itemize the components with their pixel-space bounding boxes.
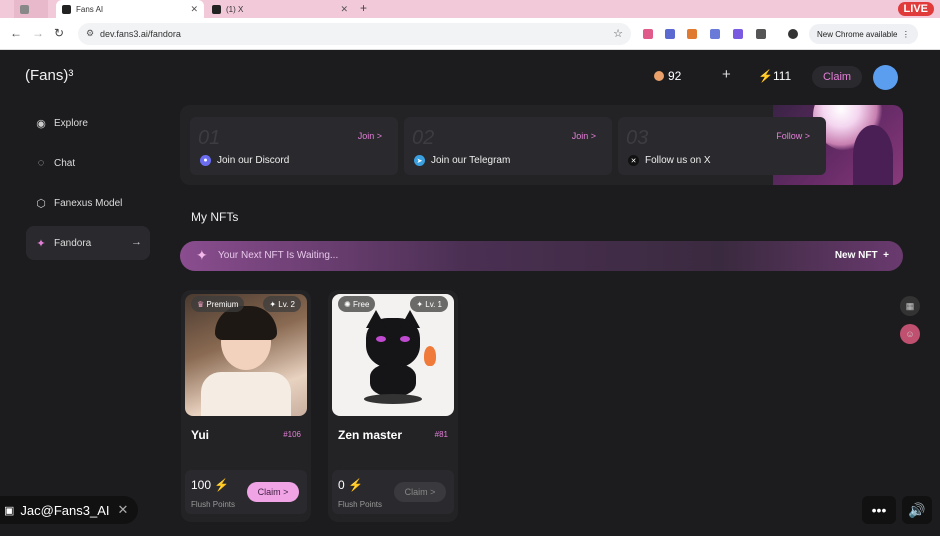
telegram-icon: ➤	[414, 155, 425, 166]
x-favicon	[212, 4, 221, 14]
bolt-icon: ⚡	[214, 478, 230, 492]
follow-x-link[interactable]: Follow >	[776, 131, 810, 141]
bookmark-star-icon[interactable]: ☆	[613, 27, 623, 40]
bolt-balance: ⚡111	[758, 69, 792, 83]
flame-icon	[424, 346, 436, 366]
cat-ear	[400, 310, 420, 328]
apps-grid-icon[interactable]: ▦	[900, 296, 920, 316]
join-discord-link[interactable]: Join >	[358, 131, 382, 141]
close-icon[interactable]: ✕	[190, 4, 198, 15]
browser-tab-strip: Fans AI ✕ (1) X ✕ + LIVE	[0, 0, 940, 18]
address-bar: ← → ↻ ⚙ dev.fans3.ai/fandora ☆ New Chrom…	[0, 18, 940, 50]
sidebar-item-fandora[interactable]: ✦ Fandora →	[26, 226, 150, 260]
join-telegram-link[interactable]: Join >	[572, 131, 596, 141]
window-icon	[20, 4, 29, 14]
sidebar-item-fanexus-model[interactable]: ⬡ Fanexus Model	[26, 186, 150, 220]
tier-badge: ✺ Free	[338, 296, 376, 312]
sparkle-icon: ✦	[36, 237, 46, 250]
chat-icon: ◌	[37, 157, 45, 169]
live-badge: LIVE	[897, 2, 934, 16]
sidebar-item-explore[interactable]: ◉ Explore	[26, 106, 150, 140]
site-info-icon[interactable]: ⚙	[86, 28, 94, 39]
claim-button[interactable]: Claim >	[247, 482, 299, 502]
premium-icon: ♛	[197, 299, 205, 309]
user-avatar[interactable]	[873, 65, 898, 90]
task-card-telegram[interactable]: 02 Join > ➤ Join our Telegram	[404, 117, 612, 175]
puzzle-icon[interactable]	[756, 29, 766, 39]
reload-icon[interactable]: ↻	[54, 26, 64, 40]
cat-eye	[376, 336, 386, 342]
app-root: (Fans)³ 92 + ⚡111 Claim ◉ Explore ◌ Chat ⬡…	[0, 50, 940, 536]
discord-icon: ●	[200, 155, 211, 166]
streamer-handle-overlay: ▣ Jac@Fans3_AI ✕	[0, 496, 139, 524]
app-logo[interactable]: (Fans)³	[25, 67, 73, 84]
url-input[interactable]: ⚙ dev.fans3.ai/fandora ☆	[78, 23, 631, 45]
coin-icon	[654, 71, 664, 81]
task-card-x[interactable]: 03 Follow > ✕ Follow us on X	[618, 117, 826, 175]
level-badge: ✦ Lv. 1	[410, 296, 448, 312]
tab-fans-ai[interactable]: Fans AI ✕	[56, 0, 204, 18]
coin-balance: 92	[654, 69, 681, 83]
arrow-right-icon: →	[131, 236, 142, 248]
fans-ai-favicon	[62, 4, 71, 14]
nft-image-zen-master	[332, 294, 454, 416]
points-box: 0 ⚡ Flush Points Claim >	[332, 470, 454, 514]
tab-x[interactable]: (1) X ✕	[206, 0, 354, 18]
extension-icon[interactable]	[733, 29, 743, 39]
tier-badge: ♛ Premium	[191, 296, 245, 312]
portrait-shirt	[201, 372, 291, 416]
volume-icon[interactable]: 🔊	[902, 496, 932, 524]
task-card-discord[interactable]: 01 Join > ● Join our Discord	[190, 117, 398, 175]
nft-card-zen-master[interactable]: ✺ Free ✦ Lv. 1 Zen master #81 0 ⚡ Flush …	[328, 290, 458, 522]
extension-icon[interactable]	[710, 29, 720, 39]
extension-icon[interactable]	[665, 29, 675, 39]
level-badge: ✦ Lv. 2	[263, 296, 301, 312]
cat-body	[370, 364, 416, 396]
cat-ear	[366, 310, 386, 328]
metamask-icon[interactable]	[687, 29, 697, 39]
header-claim-button[interactable]: Claim	[812, 66, 862, 88]
monitor-icon: ▣	[4, 504, 15, 517]
add-coins-button[interactable]: +	[722, 66, 731, 83]
bolt-icon: ⚡	[348, 478, 363, 492]
tab-pinned[interactable]	[14, 0, 48, 18]
new-chrome-available-button[interactable]: New Chrome available ⋮	[809, 24, 918, 44]
new-nft-button[interactable]: New NFT +	[835, 250, 889, 261]
x-logo-icon: ✕	[117, 502, 129, 517]
sparkle-icon: ✦	[196, 247, 208, 263]
bolt-icon: ⚡	[758, 69, 773, 83]
points-box: 100 ⚡ Flush Points Claim >	[185, 470, 307, 514]
eye-icon: ◉	[36, 117, 46, 130]
more-options-button[interactable]: •••	[862, 496, 896, 524]
extension-icon[interactable]	[643, 29, 653, 39]
banner-figure	[853, 125, 893, 185]
close-icon[interactable]: ✕	[340, 4, 348, 15]
cat-base	[364, 394, 422, 404]
assistant-avatar-icon[interactable]: ☺	[900, 324, 920, 344]
new-nft-banner[interactable]: ✦ Your Next NFT Is Waiting... New NFT +	[180, 241, 903, 271]
claim-button-disabled[interactable]: Claim >	[394, 482, 446, 502]
x-logo-icon: ✕	[628, 155, 639, 166]
forward-icon[interactable]: →	[32, 26, 44, 40]
nft-card-yui[interactable]: ♛ Premium ✦ Lv. 2 Yui #106 100 ⚡ Flush P…	[181, 290, 311, 522]
cat-eye	[400, 336, 410, 342]
profile-avatar-icon[interactable]	[788, 29, 798, 39]
new-tab-button[interactable]: +	[360, 1, 367, 15]
nft-image-yui	[185, 294, 307, 416]
sidebar-item-chat[interactable]: ◌ Chat	[26, 146, 150, 180]
tasks-banner: 01 Join > ● Join our Discord 02 Join > ➤ J…	[180, 105, 903, 185]
cube-icon: ⬡	[36, 197, 46, 210]
back-icon[interactable]: ←	[10, 26, 22, 40]
section-title: My NFTs	[191, 210, 239, 224]
